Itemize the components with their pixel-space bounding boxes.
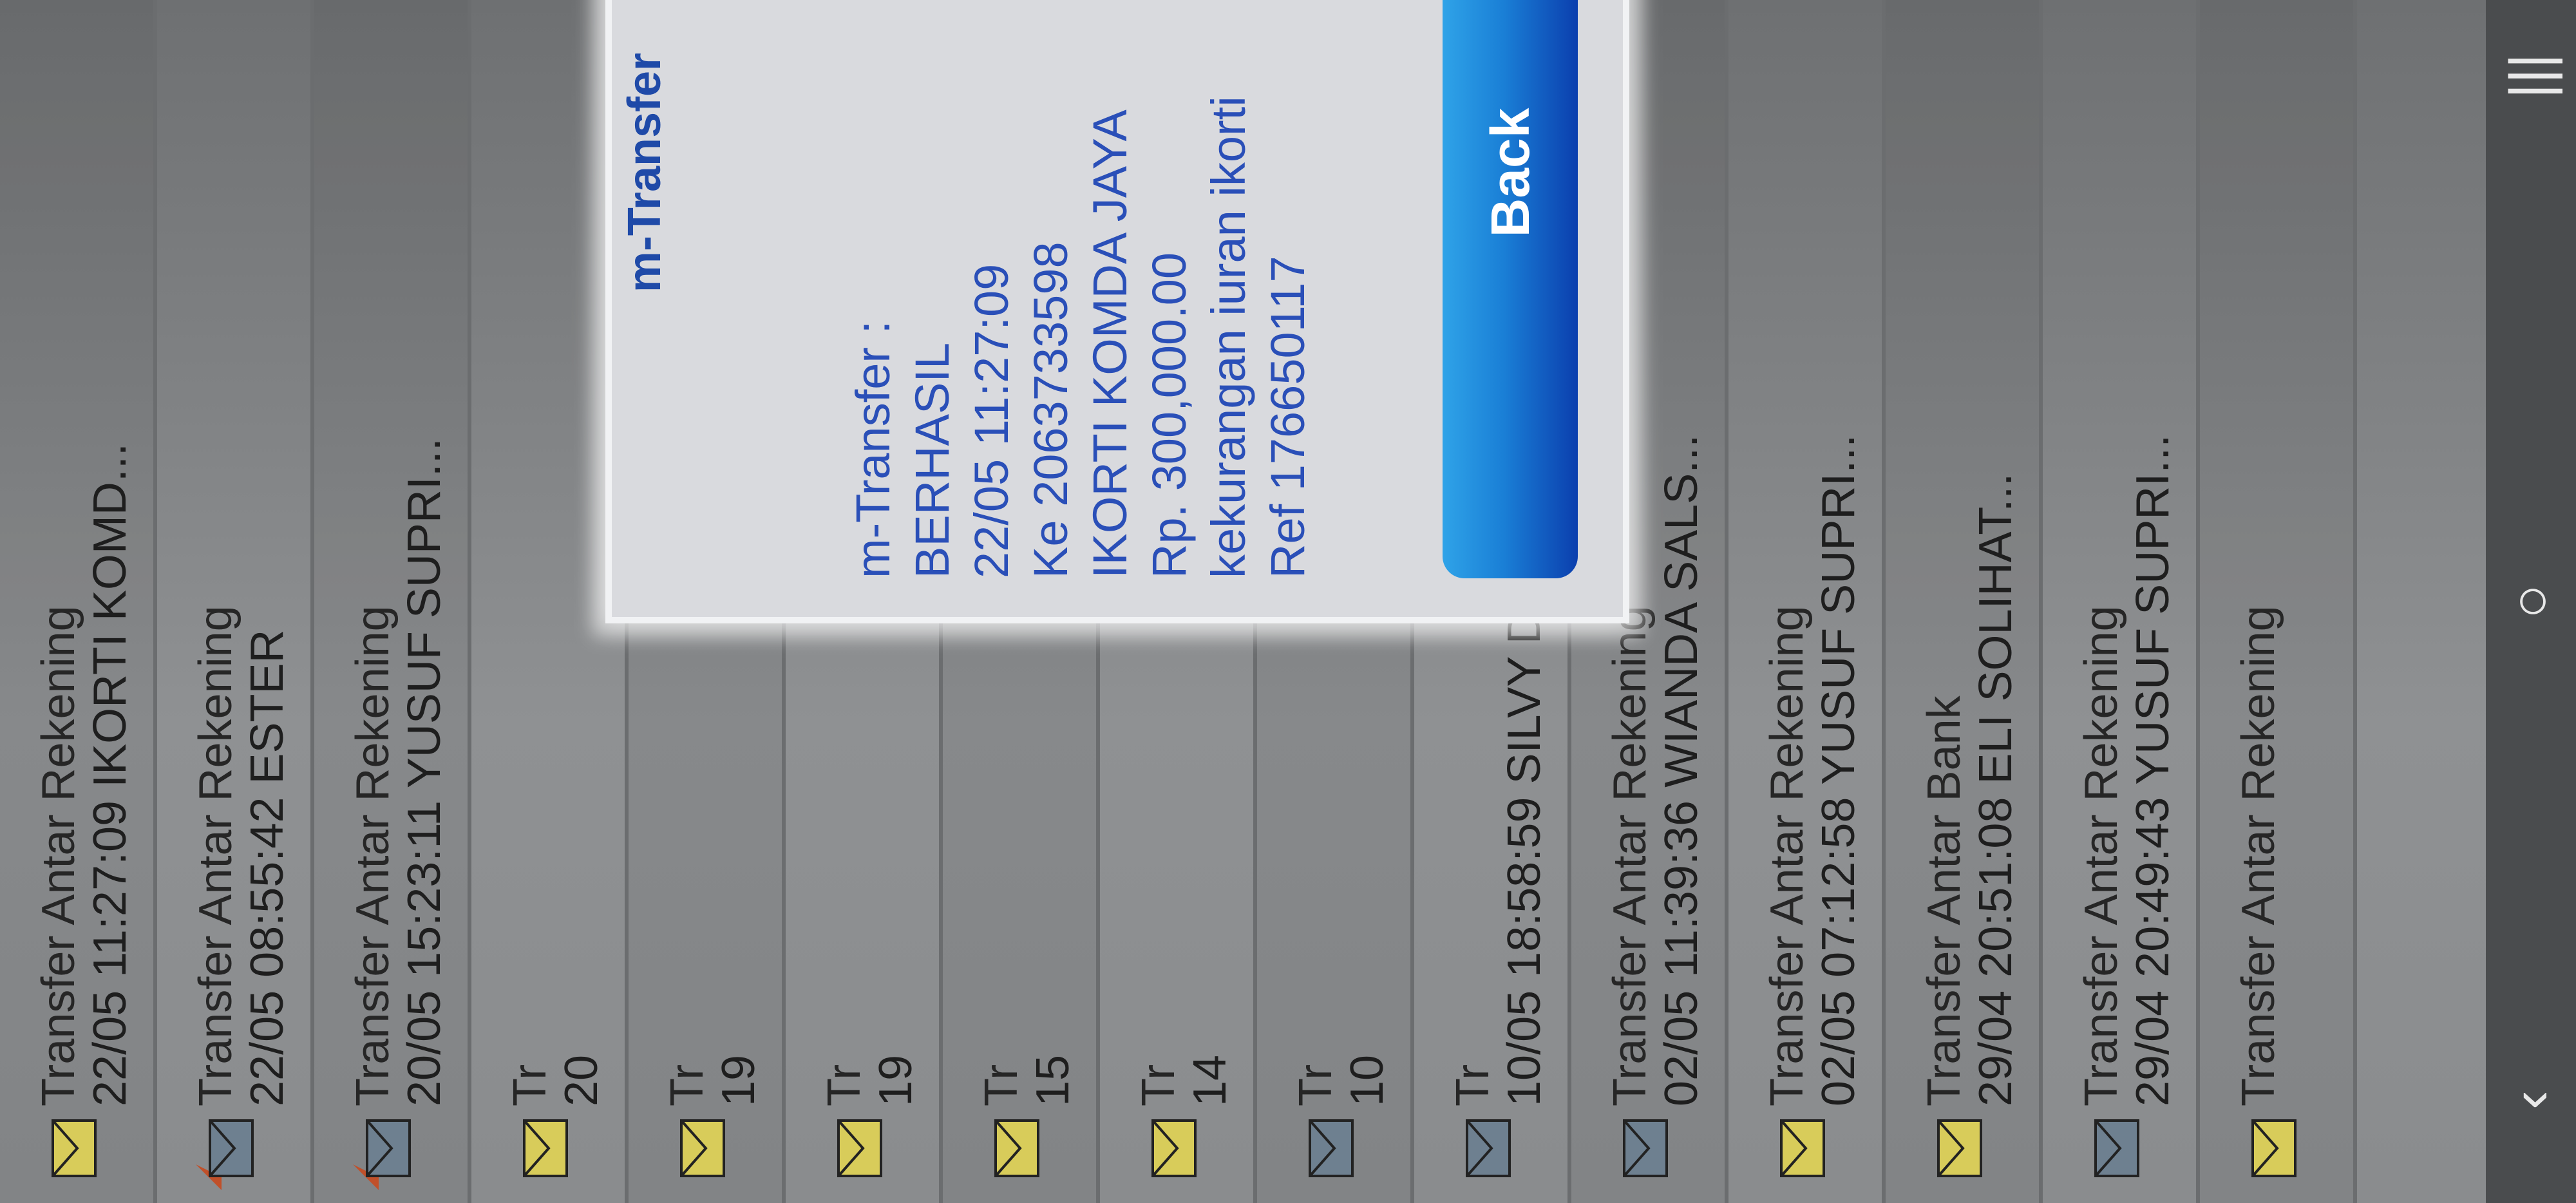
- message-title: Tr: [976, 1064, 1027, 1106]
- message-title: Tr: [1133, 1064, 1184, 1106]
- recent-apps-button[interactable]: |||: [2499, 44, 2563, 108]
- envelope-icon: [2094, 1119, 2139, 1177]
- screen: Transfer Antar Rekening 22/05 11:27:09 IK…: [0, 0, 2576, 1203]
- back-button[interactable]: Back: [1443, 0, 1578, 578]
- envelope-icon: [1623, 1119, 1668, 1177]
- envelope-open-icon: [994, 1119, 1039, 1177]
- dialog-message: m-Transfer : BERHASIL 22/05 11:27:09 Ke …: [844, 0, 1318, 578]
- message-subtitle: 02/05 11:39:36 WIANDA SALS...: [1656, 434, 1707, 1106]
- message-subtitle: 29/04 20:51:08 ELI SOLIHAT...: [1970, 473, 2022, 1106]
- message-line-account: Ke 2063733598: [1024, 242, 1077, 578]
- message-title: Transfer Antar Rekening: [190, 605, 242, 1106]
- message-title: Transfer Antar Bank: [1918, 696, 1970, 1106]
- message-title: Transfer Antar Rekening: [1761, 605, 1813, 1106]
- message-line-datetime: 22/05 11:27:09: [965, 263, 1018, 578]
- envelope-icon: [1309, 1119, 1354, 1177]
- envelope-open-icon: [523, 1119, 568, 1177]
- message-row[interactable]: Transfer Antar Rekening 22/05 08:55:42 ES…: [157, 0, 314, 1203]
- message-row[interactable]: Transfer Antar Rekening 02/05 07:12:58 YU…: [1728, 0, 1886, 1203]
- envelope-icon: [1466, 1119, 1511, 1177]
- back-nav-button[interactable]: ‹: [2499, 1068, 2563, 1132]
- message-title: Transfer Antar Rekening: [1604, 605, 1656, 1106]
- message-subtitle: 20/05 15:23:11 YUSUF SUPRI...: [399, 438, 450, 1106]
- message-title: Transfer Antar Rekening: [347, 605, 399, 1106]
- message-title: Tr: [1447, 1064, 1499, 1106]
- message-line-reference: Ref 176650117: [1261, 256, 1314, 578]
- message-row[interactable]: Transfer Antar Rekening: [2200, 0, 2357, 1203]
- message-line-amount: Rp. 300,000.00: [1142, 252, 1196, 578]
- message-title: Tr: [661, 1064, 713, 1106]
- envelope-open-icon: [2251, 1119, 2297, 1177]
- message-row[interactable]: Transfer Antar Bank 29/04 20:51:08 ELI SO…: [1886, 0, 2043, 1203]
- message-subtitle: 29/04 20:49:43 YUSUF SUPRI...: [2127, 434, 2179, 1106]
- message-line-recipient: IKORTI KOMDA JAYA: [1083, 109, 1137, 578]
- navigation-bar: ||| ○ ‹: [2486, 0, 2576, 1203]
- message-subtitle: 15: [1027, 1054, 1079, 1106]
- message-row[interactable]: Transfer Antar Rekening 20/05 15:23:11 YU…: [314, 0, 471, 1203]
- home-button[interactable]: ○: [2499, 569, 2563, 634]
- envelope-open-icon: [1780, 1119, 1825, 1177]
- message-subtitle: 14: [1184, 1054, 1236, 1106]
- message-line-status-label: m-Transfer :: [846, 320, 900, 578]
- message-subtitle: 19: [713, 1054, 764, 1106]
- message-title: Transfer Antar Rekening: [33, 605, 84, 1106]
- message-title: Tr: [819, 1064, 870, 1106]
- message-row[interactable]: Transfer Antar Rekening 29/04 20:49:43 YU…: [2043, 0, 2200, 1203]
- message-line-note: kekurangan iuran ikorti: [1202, 96, 1255, 578]
- envelope-open-icon: [1151, 1119, 1197, 1177]
- envelope-open-icon: [837, 1119, 882, 1177]
- message-title: Transfer Antar Rekening: [2076, 605, 2127, 1106]
- message-subtitle: 22/05 08:55:42 ESTER: [242, 629, 293, 1107]
- message-title: Transfer Antar Rekening: [2233, 605, 2284, 1106]
- message-subtitle: 02/05 07:12:58 YUSUF SUPRI...: [1813, 434, 1864, 1106]
- message-line-status: BERHASIL: [905, 342, 959, 578]
- envelope-icon: [366, 1119, 411, 1177]
- message-subtitle: 19: [870, 1054, 922, 1106]
- message-title: Tr: [1290, 1064, 1341, 1106]
- dialog-title: m-Transfer: [619, 52, 670, 293]
- message-subtitle: 10: [1341, 1054, 1393, 1106]
- envelope-open-icon: [1937, 1119, 1982, 1177]
- envelope-open-icon: [680, 1119, 725, 1177]
- m-transfer-dialog: m-Transfer m-Transfer : BERHASIL 22/05 1…: [605, 0, 1629, 623]
- envelope-icon: [209, 1119, 254, 1177]
- message-title: Tr: [504, 1064, 556, 1106]
- message-subtitle: 22/05 11:27:09 IKORTI KOMD...: [84, 443, 136, 1106]
- message-subtitle: 20: [556, 1054, 607, 1106]
- message-row[interactable]: Transfer Antar Rekening 22/05 11:27:09 IK…: [0, 0, 157, 1203]
- envelope-open-icon: [52, 1119, 97, 1177]
